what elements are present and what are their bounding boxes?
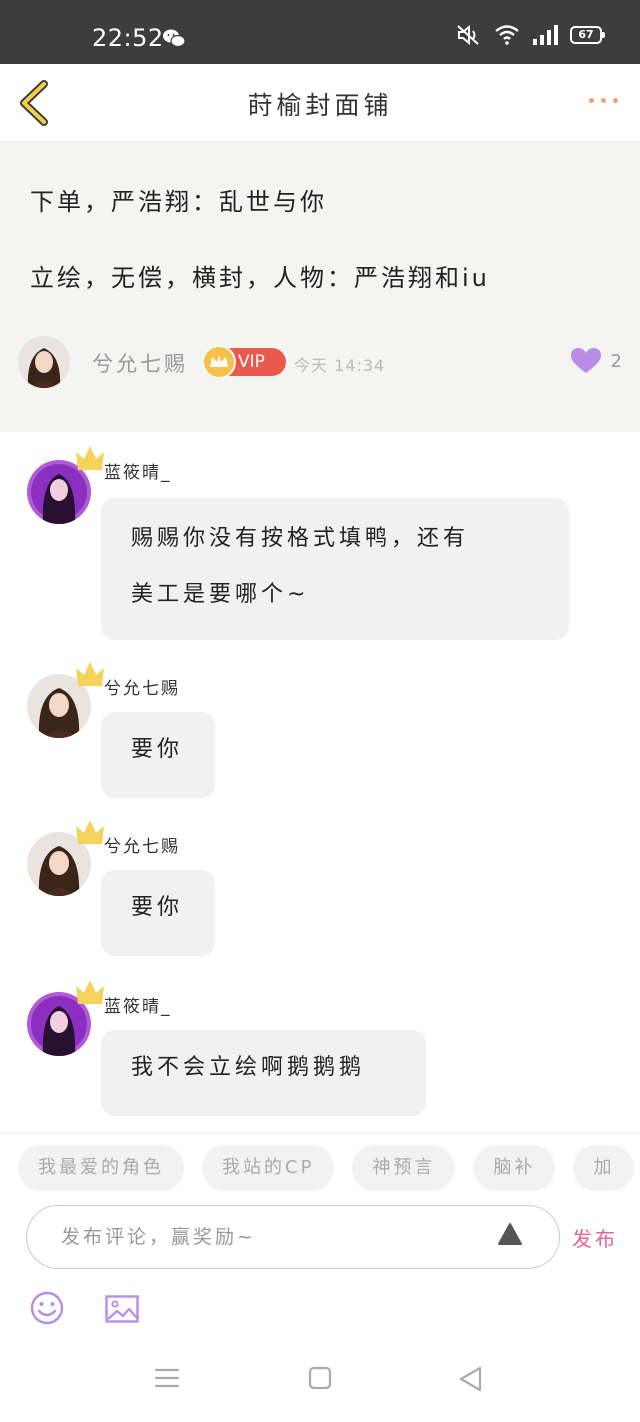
home-icon[interactable] bbox=[308, 1366, 332, 1390]
crown-icon bbox=[202, 345, 236, 379]
comment-text-line: 要你 bbox=[131, 737, 184, 762]
triangle-up-icon[interactable] bbox=[497, 1222, 523, 1246]
comment-input[interactable] bbox=[61, 1206, 481, 1268]
post-text-line: 立绘，无偿，横封，人物：严浩翔和iu bbox=[30, 264, 490, 292]
commenter-name[interactable]: 蓝筱晴_ bbox=[104, 992, 172, 1017]
commenter-name[interactable]: 兮允七赐 bbox=[104, 832, 180, 857]
menu-icon[interactable] bbox=[154, 1366, 180, 1390]
topic-tag[interactable]: 我最爱的角色 bbox=[18, 1145, 184, 1191]
comment-bubble[interactable]: 要你 bbox=[101, 870, 215, 956]
mute-icon bbox=[457, 24, 479, 46]
comment-text-line: 我不会立绘啊鹅鹅鹅 bbox=[131, 1055, 366, 1080]
crown-icon bbox=[76, 446, 104, 470]
image-icon[interactable] bbox=[105, 1295, 139, 1323]
like-count: 2 bbox=[610, 350, 622, 372]
system-navigation-bar bbox=[0, 1352, 640, 1412]
comment-input-box bbox=[26, 1205, 560, 1269]
comment-bubble[interactable]: 我不会立绘啊鹅鹅鹅 bbox=[101, 1030, 426, 1116]
status-bar: 22:52 67 bbox=[0, 0, 640, 64]
comment-bubble[interactable]: 要你 bbox=[101, 712, 215, 798]
status-time: 22:52 bbox=[92, 24, 164, 52]
wifi-icon bbox=[495, 25, 519, 45]
author-avatar[interactable] bbox=[18, 336, 70, 388]
comment-text-line: 要你 bbox=[131, 895, 184, 920]
vip-badge: VIP bbox=[202, 345, 286, 379]
comment-text-line: 赐赐你没有按格式填鸭，还有 bbox=[131, 526, 470, 551]
page-title: 莳榆封面铺 bbox=[247, 91, 393, 120]
vip-label: VIP bbox=[238, 352, 265, 372]
crown-icon bbox=[76, 662, 104, 686]
crown-icon bbox=[76, 820, 104, 844]
crown-icon bbox=[76, 980, 104, 1004]
topic-tag[interactable]: 神预言 bbox=[352, 1145, 456, 1191]
post-author-row: 兮允七赐 VIP 今天 14:34 2 bbox=[18, 336, 622, 392]
heart-icon bbox=[570, 348, 601, 373]
battery-icon: 67 bbox=[570, 26, 605, 44]
back-triangle-icon[interactable] bbox=[458, 1366, 484, 1392]
commenter-name[interactable]: 兮允七赐 bbox=[104, 674, 180, 699]
publish-button[interactable]: 发布 bbox=[572, 1223, 618, 1252]
status-icons: 67 bbox=[456, 24, 605, 46]
post-time: 今天 14:34 bbox=[294, 356, 386, 375]
signal-icon bbox=[533, 25, 558, 45]
like-button[interactable]: 2 bbox=[570, 348, 622, 374]
author-name[interactable]: 兮允七赐 bbox=[92, 348, 188, 378]
nav-bar: 莳榆封面铺 bbox=[0, 64, 640, 142]
more-options-button[interactable] bbox=[589, 98, 618, 103]
wechat-icon bbox=[163, 29, 185, 48]
dot-icon bbox=[613, 98, 618, 103]
topic-tag[interactable]: 脑补 bbox=[473, 1145, 556, 1191]
comment-bubble[interactable]: 赐赐你没有按格式填鸭，还有 美工是要哪个~ bbox=[101, 498, 569, 640]
commenter-name[interactable]: 蓝筱晴_ bbox=[104, 458, 172, 483]
comment-text-line: 美工是要哪个~ bbox=[131, 582, 310, 607]
topic-tag[interactable]: 加 bbox=[573, 1145, 635, 1191]
topic-tag[interactable]: 我站的CP bbox=[202, 1145, 335, 1191]
dot-icon bbox=[601, 98, 606, 103]
original-post: 下单，严浩翔：乱世与你 立绘，无偿，横封，人物：严浩翔和iu 兮允七赐 VIP … bbox=[0, 142, 640, 432]
dot-icon bbox=[589, 98, 594, 103]
emoji-icon[interactable] bbox=[30, 1291, 64, 1325]
post-text-line: 下单，严浩翔：乱世与你 bbox=[30, 188, 327, 216]
topic-tags: 我最爱的角色 我站的CP 神预言 脑补 加 bbox=[18, 1145, 635, 1191]
